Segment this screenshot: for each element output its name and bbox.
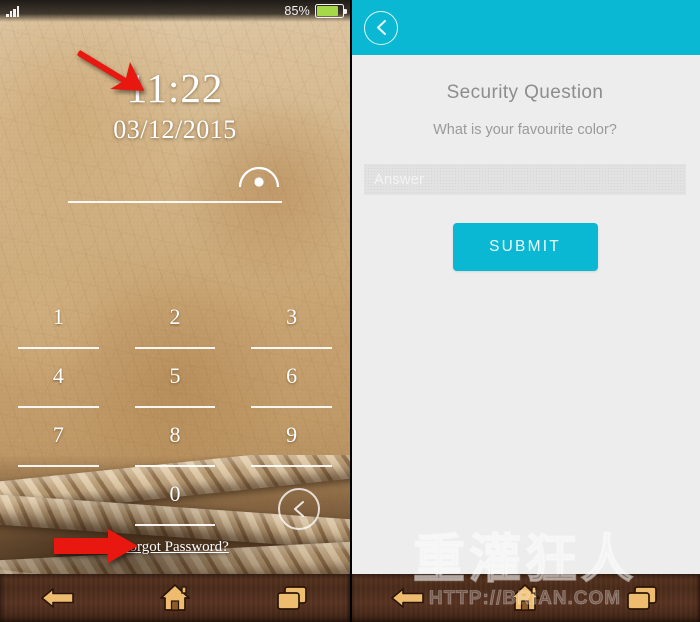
keypad-key-9[interactable]: 9: [233, 418, 350, 477]
app-bar: [350, 0, 700, 55]
keypad-key-label: 3: [286, 304, 298, 329]
dual-screenshot-stage: 85% 11:22 03/12/2015 1 2 3 4 5 6 7 8 9 0…: [0, 0, 700, 622]
left-nav-bar: [0, 574, 350, 622]
back-arrow-icon: [41, 588, 75, 608]
keypad-key-1[interactable]: 1: [0, 300, 117, 359]
keypad-key-2[interactable]: 2: [117, 300, 234, 359]
app-bar-back-button[interactable]: [364, 10, 398, 45]
pin-entry-underline: [68, 201, 282, 203]
home-icon: [160, 584, 190, 611]
page-title: Security Question: [446, 82, 604, 103]
keypad-key-6[interactable]: 6: [233, 359, 350, 418]
nav-back-button[interactable]: [35, 581, 81, 615]
recent-apps-icon: [276, 586, 307, 610]
battery-percent-label: 85%: [284, 4, 310, 18]
pin-dot-arc-icon: [238, 166, 280, 188]
keypad-key-label: 1: [52, 304, 64, 329]
backspace-button[interactable]: [278, 488, 320, 530]
lock-screen-panel: 85% 11:22 03/12/2015 1 2 3 4 5 6 7 8 9 0…: [0, 0, 350, 622]
security-question-panel: Security Question What is your favourite…: [350, 0, 700, 622]
keypad-key-8[interactable]: 8: [117, 418, 234, 477]
keypad-key-4[interactable]: 4: [0, 359, 117, 418]
nav-home-button[interactable]: [152, 581, 198, 615]
keypad-key-label: 2: [169, 304, 181, 329]
clock-date: 03/12/2015: [113, 115, 237, 144]
security-question-text: What is your favourite color?: [433, 122, 617, 138]
keypad-key-label: 0: [169, 481, 181, 506]
panel-divider: [350, 0, 352, 622]
backspace-chevron-icon: [294, 501, 304, 517]
keypad-key-label: 8: [169, 422, 181, 447]
signal-bars-icon: [6, 5, 20, 17]
back-chevron-circle-icon: [376, 20, 386, 35]
keypad-key-label: 5: [169, 363, 181, 388]
clock-time: 11:22: [126, 65, 224, 111]
battery-status: 85%: [284, 4, 347, 18]
right-nav-bar: [350, 574, 700, 622]
keypad-key-label: 6: [286, 363, 298, 388]
keypad-key-7[interactable]: 7: [0, 418, 117, 477]
keypad-key-5[interactable]: 5: [117, 359, 234, 418]
keypad-key-3[interactable]: 3: [233, 300, 350, 359]
nav-back-button[interactable]: [385, 581, 431, 615]
battery-icon: [315, 4, 347, 18]
submit-button[interactable]: SUBMIT: [452, 223, 598, 271]
recent-apps-icon: [626, 586, 657, 610]
red-arrow-pointing-to-forgot-password: [54, 529, 138, 563]
keypad-key-label: 9: [286, 422, 298, 447]
status-bar: 85%: [0, 0, 350, 22]
keypad-key-label: 4: [52, 363, 64, 388]
nav-recents-button[interactable]: [269, 581, 315, 615]
security-question-body: Security Question What is your favourite…: [350, 55, 700, 622]
answer-input-placeholder: Answer: [374, 171, 425, 188]
nav-home-button[interactable]: [502, 581, 548, 615]
answer-input[interactable]: Answer: [364, 164, 686, 195]
keypad-key-label: 7: [52, 422, 64, 447]
clock-widget: 11:22 03/12/2015: [0, 68, 350, 145]
submit-button-label: SUBMIT: [489, 238, 561, 255]
red-arrow-pointing-to-clock: [77, 50, 144, 91]
home-icon: [510, 584, 540, 611]
back-arrow-icon: [391, 588, 425, 608]
nav-recents-button[interactable]: [619, 581, 665, 615]
